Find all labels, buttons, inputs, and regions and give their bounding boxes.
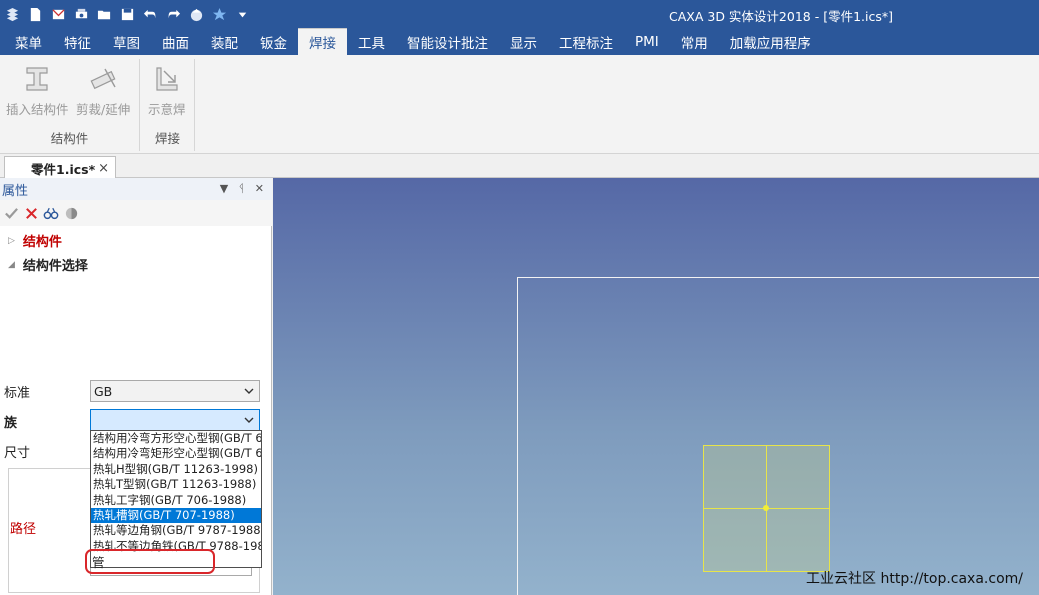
dropdown-icon[interactable]	[234, 6, 251, 23]
ribbon-group-welding: 示意焊 焊接	[141, 59, 195, 151]
tree-item-structure[interactable]: ▷ 结构件	[8, 231, 62, 250]
panel-header: 属性 ▼ ᛩ ✕	[0, 178, 272, 200]
doc-tab-part1[interactable]: 零件1.ics* ×	[4, 156, 116, 179]
cancel-icon[interactable]	[23, 205, 39, 221]
star-icon[interactable]	[211, 6, 228, 23]
ribbon-group-label: 结构件	[50, 131, 89, 146]
ribbon-group-label: 焊接	[154, 131, 180, 146]
window-title: CAXA 3D 实体设计2018 - [零件1.ics*]	[669, 9, 893, 24]
tab-tools[interactable]: 工具	[347, 28, 396, 55]
redo-icon[interactable]	[165, 6, 182, 23]
path-label: 路径	[10, 522, 37, 537]
panel-menu-icon[interactable]: ▼	[220, 182, 228, 195]
tab-sketch[interactable]: 草图	[102, 28, 151, 55]
tab-sheet-metal[interactable]: 钣金	[249, 28, 298, 55]
watermark: 工业云社区 http://top.caxa.com/	[806, 571, 1023, 587]
chevron-down-icon	[244, 388, 254, 394]
undo-icon[interactable]	[142, 6, 159, 23]
anchor-point[interactable]	[763, 505, 769, 511]
print-icon[interactable]	[73, 6, 90, 23]
new-icon[interactable]	[27, 6, 44, 23]
collapse-arrow-icon[interactable]: ▷	[8, 236, 15, 246]
tab-load-apps[interactable]: 加载应用程序	[719, 28, 822, 55]
trim-extend-button[interactable]: 剪裁/延伸	[76, 65, 130, 118]
logo-icon[interactable]	[4, 6, 21, 23]
title-bar: CAXA 3D 实体设计2018 - [零件1.ics*]	[0, 0, 1039, 28]
i-beam-icon	[20, 65, 54, 93]
ribbon-tabs: 菜单 特征 草图 曲面 装配 钣金 焊接 工具 智能设计批注 显示 工程标注 P…	[0, 28, 1039, 55]
design-viewport[interactable]: 工业云社区 http://top.caxa.com/	[273, 178, 1039, 595]
weld-icon	[150, 65, 184, 93]
tab-feature[interactable]: 特征	[53, 28, 102, 55]
insert-structure-button[interactable]: 插入结构件	[6, 65, 69, 118]
family-option[interactable]: 热轧工字钢(GB/T 706-1988)	[91, 493, 261, 508]
tree-item-structure-select[interactable]: ◢ 结构件选择	[8, 255, 88, 274]
sketch-profile[interactable]	[703, 445, 830, 572]
ribbon-group-structural: 插入结构件 剪裁/延伸 结构件	[0, 59, 140, 151]
shading-icon[interactable]	[63, 205, 79, 221]
standard-select[interactable]: GB	[90, 380, 260, 402]
standard-label: 标准	[4, 386, 31, 401]
tab-common[interactable]: 常用	[670, 28, 719, 55]
document-tabs: 零件1.ics* ×	[0, 154, 1039, 179]
tab-engineering-annotation[interactable]: 工程标注	[548, 28, 624, 55]
family-select[interactable]	[90, 409, 260, 431]
mail-icon[interactable]	[50, 6, 67, 23]
family-option-selected[interactable]: 热轧槽钢(GB/T 707-1988)	[91, 507, 261, 524]
family-option[interactable]: 热轧等边角钢(GB/T 9787-1988)	[91, 523, 261, 538]
properties-panel: 属性 ▼ ᛩ ✕ ▷ 结构件 ◢ 结构件选择 标准 GB 族 尺寸 路径 结构用…	[0, 178, 272, 595]
family-option[interactable]: 热轧H型钢(GB/T 11263-1998)	[91, 462, 261, 477]
tab-smart-design[interactable]: 智能设计批注	[396, 28, 499, 55]
preview-icon[interactable]	[43, 205, 59, 221]
expand-arrow-icon[interactable]: ◢	[8, 260, 15, 270]
family-option[interactable]: 结构用冷弯方形空心型钢(GB/T 6728-2002)	[91, 431, 261, 446]
tab-surface[interactable]: 曲面	[151, 28, 200, 55]
size-label: 尺寸	[4, 446, 31, 461]
tab-pmi[interactable]: PMI	[624, 28, 670, 55]
family-label: 族	[4, 416, 18, 431]
tab-assembly[interactable]: 装配	[200, 28, 249, 55]
close-icon[interactable]: ×	[98, 161, 109, 176]
tab-menu[interactable]: 菜单	[4, 28, 53, 55]
panel-title: 属性	[2, 183, 29, 199]
close-icon[interactable]: ✕	[255, 182, 264, 195]
weld-symbol-button[interactable]: 示意焊	[148, 65, 186, 118]
save-icon[interactable]	[119, 6, 136, 23]
family-dropdown-list: 结构用冷弯方形空心型钢(GB/T 6728-2002) 结构用冷弯矩形空心型钢(…	[90, 430, 262, 568]
trim-icon	[86, 65, 120, 93]
quick-access-toolbar	[0, 0, 251, 28]
panel-toolbar	[0, 200, 272, 226]
family-option[interactable]: 结构用冷弯矩形空心型钢(GB/T 6728-2002)	[91, 446, 261, 461]
open-icon[interactable]	[96, 6, 113, 23]
pin-icon[interactable]: ᛩ	[238, 182, 245, 195]
family-option[interactable]: 热轧T型钢(GB/T 11263-1988)	[91, 477, 261, 492]
check-icon[interactable]	[3, 205, 19, 221]
chevron-down-icon	[244, 417, 254, 423]
annotation-highlight-oval	[85, 549, 215, 574]
ribbon: 插入结构件 剪裁/延伸 结构件 示意焊 焊接	[0, 55, 1039, 154]
material-icon[interactable]	[188, 6, 205, 23]
tab-welding[interactable]: 焊接	[298, 28, 347, 55]
tab-display[interactable]: 显示	[499, 28, 548, 55]
